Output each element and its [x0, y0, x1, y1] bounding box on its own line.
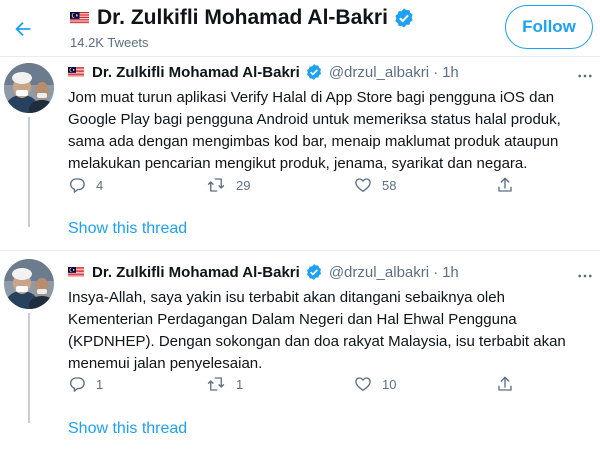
reply-icon: [70, 377, 85, 392]
thread-connector: [28, 117, 30, 227]
share-icon: [498, 177, 512, 192]
tweet-actions: 1 1 10: [68, 375, 538, 395]
tweet-header: Dr. Zulkifli Mohamad Al-Bakri @drzul_alb…: [68, 263, 459, 281]
avatar[interactable]: [4, 63, 54, 113]
avatar-image: [4, 63, 54, 113]
tweet-timestamp[interactable]: 1h: [442, 64, 459, 81]
retweet-button[interactable]: 1: [206, 375, 243, 393]
share-icon: [498, 376, 512, 391]
profile-header: Dr. Zulkifli Mohamad Al-Bakri 14.2K Twee…: [0, 0, 600, 57]
profile-title: Dr. Zulkifli Mohamad Al-Bakri: [70, 6, 415, 30]
tweet-header: Dr. Zulkifli Mohamad Al-Bakri @drzul_alb…: [68, 63, 459, 81]
heart-icon: [355, 377, 371, 392]
verified-badge-icon: [306, 64, 321, 80]
retweet-count: 29: [236, 177, 251, 193]
tweet-text: Jom muat turun aplikasi Verify Halal di …: [68, 89, 561, 172]
like-button[interactable]: 58: [354, 176, 396, 194]
thread-connector: [28, 313, 30, 423]
tweet-author-handle[interactable]: @drzul_albakri: [329, 264, 429, 281]
follow-button[interactable]: Follow: [505, 5, 593, 49]
share-button[interactable]: [496, 176, 524, 194]
show-thread-link[interactable]: Show this thread: [68, 220, 187, 238]
retweet-count: 1: [236, 376, 244, 392]
like-button[interactable]: 10: [354, 375, 396, 393]
tweet-author-handle[interactable]: @drzul_albakri: [329, 64, 429, 81]
malaysia-flag-icon: [68, 267, 84, 277]
reply-count: 1: [96, 376, 104, 392]
more-options-icon[interactable]: [576, 67, 594, 85]
tweet[interactable]: Dr. Zulkifli Mohamad Al-Bakri @drzul_alb…: [0, 57, 600, 251]
profile-name: Dr. Zulkifli Mohamad Al-Bakri: [97, 6, 388, 29]
heart-icon: [355, 178, 371, 193]
share-button[interactable]: [496, 375, 524, 393]
tweet-text: Insya-Allah, saya yakin isu terbabit aka…: [68, 289, 566, 372]
reply-button[interactable]: 4: [68, 176, 103, 194]
tweet-actions: 4 29 58: [68, 176, 538, 196]
separator-dot: ·: [433, 63, 439, 81]
separator-dot: ·: [433, 263, 439, 281]
retweet-icon: [207, 377, 225, 391]
reply-count: 4: [96, 177, 104, 193]
avatar[interactable]: [4, 259, 54, 309]
show-thread-link[interactable]: Show this thread: [68, 420, 187, 438]
malaysia-flag-icon: [68, 67, 84, 77]
back-button[interactable]: [6, 12, 40, 46]
like-count: 58: [382, 177, 397, 193]
reply-icon: [70, 178, 85, 193]
tweet[interactable]: Dr. Zulkifli Mohamad Al-Bakri @drzul_alb…: [0, 251, 600, 450]
verified-badge-icon: [306, 264, 321, 280]
arrow-left-icon: [15, 21, 31, 37]
tweet-count: 14.2K Tweets: [70, 35, 149, 50]
retweet-button[interactable]: 29: [206, 176, 250, 194]
verified-badge-icon: [395, 8, 413, 28]
malaysia-flag-icon: [70, 12, 89, 24]
avatar-image: [4, 259, 54, 309]
reply-button[interactable]: 1: [68, 375, 103, 393]
retweet-icon: [207, 178, 225, 192]
like-count: 10: [382, 376, 397, 392]
tweet-author-name[interactable]: Dr. Zulkifli Mohamad Al-Bakri: [92, 64, 300, 81]
tweet-author-name[interactable]: Dr. Zulkifli Mohamad Al-Bakri: [92, 264, 300, 281]
more-options-icon[interactable]: [576, 267, 594, 285]
tweet-timestamp[interactable]: 1h: [442, 264, 459, 281]
